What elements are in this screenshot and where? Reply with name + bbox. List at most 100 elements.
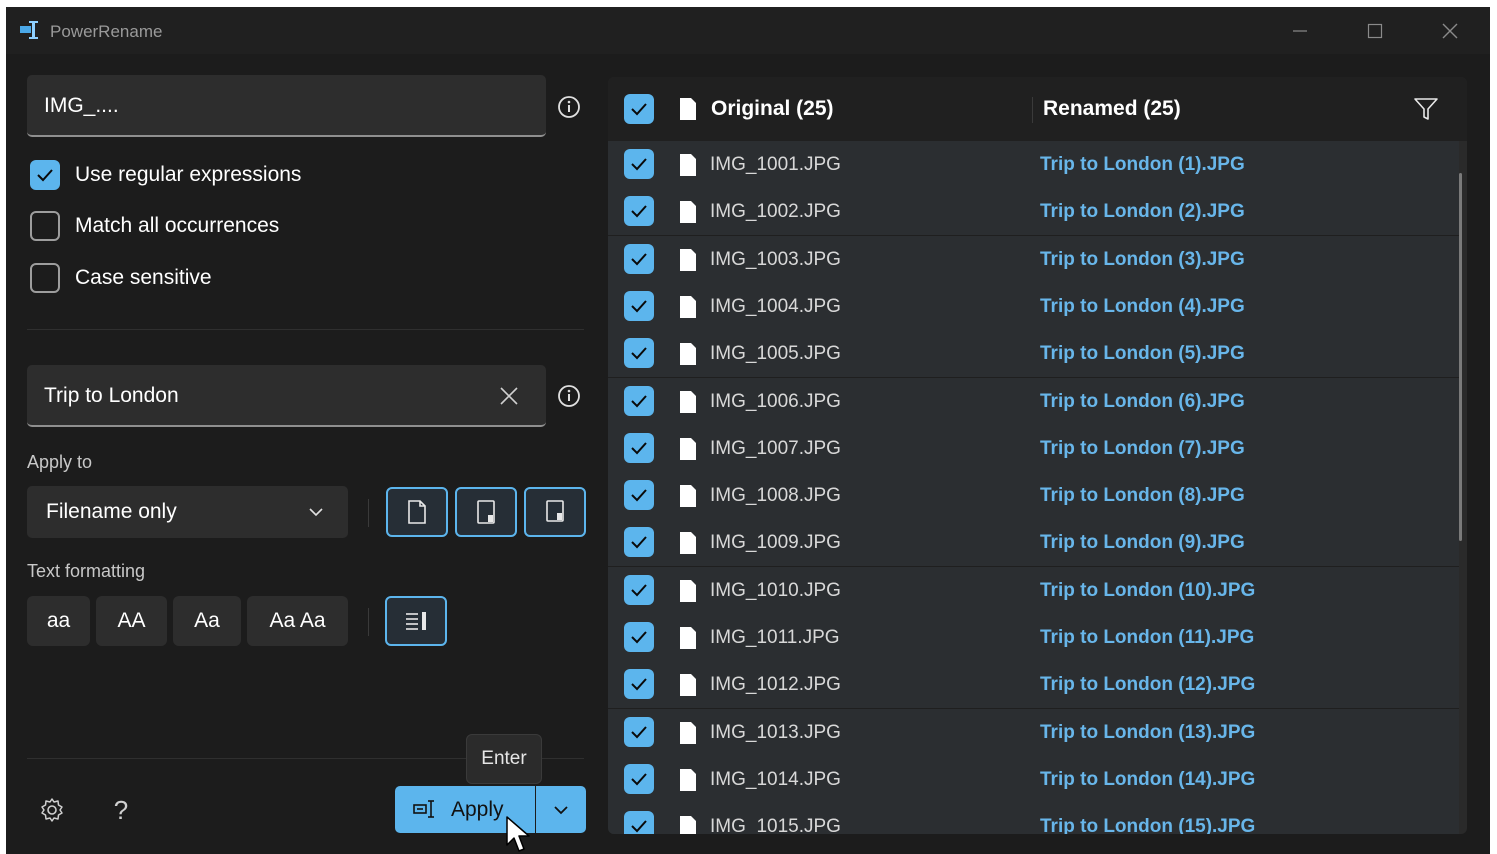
- file-row[interactable]: IMG_1014.JPG Trip to London (14).JPG: [608, 755, 1459, 804]
- file-row[interactable]: IMG_1006.JPG Trip to London (6).JPG: [608, 377, 1459, 426]
- row-checkbox[interactable]: [624, 290, 654, 321]
- select-all-checkbox[interactable]: [624, 94, 654, 124]
- chevron-down-icon: [309, 508, 323, 517]
- file-row[interactable]: IMG_1004.JPG Trip to London (4).JPG: [608, 282, 1459, 331]
- original-filename: IMG_1009.JPG: [710, 532, 841, 554]
- checkmark-icon: [631, 252, 647, 266]
- apply-to-label: Apply to: [27, 452, 93, 472]
- checkmark-icon: [631, 442, 647, 455]
- file-row[interactable]: IMG_1003.JPG Trip to London (3).JPG: [608, 235, 1459, 284]
- renamed-filename: Trip to London (7).JPG: [1040, 437, 1245, 459]
- file-icon: [680, 768, 696, 791]
- original-filename: IMG_1007.JPG: [710, 437, 841, 459]
- file-icon: [408, 500, 426, 524]
- checkmark-icon: [631, 725, 647, 739]
- checkmark-icon: [631, 536, 647, 549]
- checkmark-icon: [631, 489, 647, 502]
- renamed-filename: Trip to London (11).JPG: [1040, 627, 1255, 648]
- toolbar-separator: [368, 608, 369, 636]
- apply-options-dropdown[interactable]: [536, 786, 586, 833]
- maximize-button[interactable]: [1352, 13, 1398, 49]
- original-filename: IMG_1003.JPG: [710, 248, 841, 270]
- renamed-filename: Trip to London (12).JPG: [1040, 674, 1256, 696]
- uppercase-button[interactable]: AA: [96, 596, 167, 646]
- row-checkbox[interactable]: [624, 622, 654, 652]
- renamed-filename: Trip to London (6).JPG: [1040, 390, 1245, 412]
- renamed-filename: Trip to London (15).JPG: [1040, 816, 1256, 834]
- checkmark-icon: [631, 205, 647, 218]
- case-sensitive-checkbox[interactable]: Case sensitive: [30, 262, 212, 294]
- original-filename: IMG_1005.JPG: [710, 343, 841, 365]
- row-checkbox[interactable]: [624, 527, 654, 558]
- file-row[interactable]: IMG_1010.JPG Trip to London (10).JPG: [608, 566, 1459, 615]
- search-input[interactable]: IMG_....: [27, 75, 546, 137]
- include-files-toggle[interactable]: [386, 487, 448, 537]
- minimize-button[interactable]: [1277, 13, 1323, 49]
- checkbox-box[interactable]: [30, 211, 60, 241]
- clear-icon[interactable]: [499, 386, 519, 406]
- renamed-filename: Trip to London (2).JPG: [1040, 201, 1245, 223]
- checkmark-icon: [631, 300, 647, 313]
- original-filename: IMG_1006.JPG: [710, 390, 841, 412]
- apply-to-dropdown[interactable]: Filename only: [27, 486, 348, 538]
- file-row[interactable]: IMG_1001.JPG Trip to London (1).JPG: [608, 141, 1459, 189]
- checkmark-icon: [631, 678, 647, 691]
- row-checkbox[interactable]: [624, 716, 654, 747]
- checkbox-box[interactable]: [30, 263, 60, 293]
- row-checkbox[interactable]: [624, 811, 654, 834]
- close-button[interactable]: [1427, 13, 1473, 49]
- row-checkbox[interactable]: [624, 385, 654, 416]
- settings-button[interactable]: [34, 792, 70, 828]
- row-checkbox[interactable]: [624, 149, 654, 179]
- row-checkbox[interactable]: [624, 669, 654, 700]
- row-checkbox[interactable]: [624, 196, 654, 227]
- file-row[interactable]: IMG_1009.JPG Trip to London (9).JPG: [608, 519, 1459, 568]
- include-folders-toggle[interactable]: [455, 487, 517, 537]
- original-filename: IMG_1013.JPG: [710, 721, 841, 743]
- search-info-icon[interactable]: [557, 95, 581, 119]
- checkmark-icon: [631, 631, 647, 644]
- renamed-filename: Trip to London (8).JPG: [1040, 485, 1245, 507]
- help-button[interactable]: ?: [103, 792, 139, 828]
- apply-button-label: Apply: [451, 798, 504, 821]
- use-regex-checkbox[interactable]: Use regular expressions: [30, 159, 301, 191]
- column-separator: [1032, 97, 1033, 123]
- checkmark-icon: [631, 394, 647, 407]
- checkbox-box[interactable]: [30, 160, 60, 190]
- enumerate-items-toggle[interactable]: [385, 596, 447, 646]
- row-checkbox[interactable]: [624, 480, 654, 511]
- checkmark-icon: [631, 820, 647, 833]
- file-row[interactable]: IMG_1007.JPG Trip to London (7).JPG: [608, 424, 1459, 473]
- file-row[interactable]: IMG_1005.JPG Trip to London (5).JPG: [608, 330, 1459, 379]
- list-scrollbar[interactable]: [1459, 173, 1462, 541]
- match-all-occurrences-checkbox[interactable]: Match all occurrences: [30, 210, 279, 242]
- row-checkbox[interactable]: [624, 338, 654, 369]
- row-checkbox[interactable]: [624, 763, 654, 794]
- lowercase-button[interactable]: aa: [27, 596, 90, 646]
- row-checkbox[interactable]: [624, 243, 654, 274]
- file-icon: [680, 390, 696, 413]
- file-row[interactable]: IMG_1015.JPG Trip to London (15).JPG: [608, 803, 1459, 834]
- renamed-filename: Trip to London (13).JPG: [1040, 721, 1256, 743]
- original-filename: IMG_1008.JPG: [710, 485, 841, 507]
- file-row[interactable]: IMG_1002.JPG Trip to London (2).JPG: [608, 188, 1459, 237]
- original-filename: IMG_1004.JPG: [710, 295, 841, 317]
- window-title: PowerRename: [50, 22, 163, 41]
- titlecase-button[interactable]: Aa: [173, 596, 241, 646]
- replace-input[interactable]: Trip to London: [27, 365, 546, 427]
- include-subfolders-toggle[interactable]: [524, 487, 586, 537]
- file-icon: [680, 627, 696, 649]
- replace-info-icon[interactable]: [557, 384, 581, 408]
- file-row[interactable]: IMG_1008.JPG Trip to London (8).JPG: [608, 472, 1459, 521]
- row-checkbox[interactable]: [624, 432, 654, 463]
- file-row[interactable]: IMG_1013.JPG Trip to London (13).JPG: [608, 708, 1459, 757]
- chevron-down-icon: [554, 805, 568, 814]
- file-icon: [680, 721, 696, 744]
- close-icon: [1442, 23, 1458, 39]
- checkbox-label: Match all occurrences: [75, 214, 280, 237]
- capitalize-each-word-button[interactable]: Aa Aa: [247, 596, 348, 646]
- file-row[interactable]: IMG_1011.JPG Trip to London (11).JPG: [608, 614, 1459, 662]
- file-row[interactable]: IMG_1012.JPG Trip to London (12).JPG: [608, 661, 1459, 710]
- filter-icon[interactable]: [1413, 97, 1439, 121]
- row-checkbox[interactable]: [624, 574, 654, 605]
